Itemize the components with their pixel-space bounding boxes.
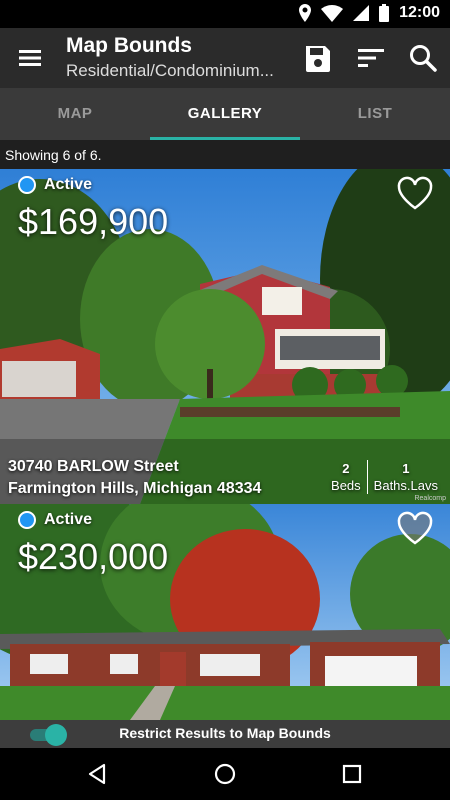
search-icon[interactable] [407, 42, 439, 74]
status-label: Active [44, 176, 93, 193]
beds-value: 2 [342, 461, 350, 476]
beds-stat: 2 Beds [325, 460, 367, 494]
favorite-heart-icon[interactable] [396, 510, 434, 546]
system-nav-bar [0, 748, 450, 800]
wifi-icon [321, 4, 344, 22]
clock: 12:00 [399, 4, 440, 21]
page-subtitle: Residential/Condominium... [66, 61, 274, 80]
status-dot-icon [18, 511, 36, 529]
location-icon [299, 4, 312, 22]
save-icon[interactable] [302, 42, 334, 74]
app-toolbar: Map Bounds Residential/Condominium... [0, 28, 450, 88]
baths-value: 1 [402, 461, 410, 476]
listing-address: 30740 BARLOW Street Farmington Hills, Mi… [8, 456, 261, 500]
menu-icon[interactable] [16, 44, 44, 72]
sort-icon[interactable] [355, 42, 387, 74]
listing-city: Farmington Hills, Michigan 48334 [8, 480, 262, 497]
results-count: Showing 6 of 6. [5, 147, 102, 163]
back-icon[interactable] [86, 762, 110, 786]
tab-gallery[interactable]: GALLERY [150, 88, 300, 140]
listing-price: $169,900 [18, 201, 169, 242]
toolbar-titles: Map Bounds Residential/Condominium... [66, 34, 288, 81]
restrict-bar: Restrict Results to Map Bounds [0, 720, 450, 748]
listing-gallery[interactable]: Active $169,900 30740 BARLOW Street Farm… [0, 169, 450, 720]
listing-street: 30740 BARLOW Street [8, 458, 179, 475]
recents-icon[interactable] [340, 762, 364, 786]
status-dot-icon [18, 176, 36, 194]
signal-icon [353, 5, 370, 21]
photo-credit: Realcomp [414, 495, 446, 502]
page-title: Map Bounds [66, 34, 192, 57]
listing-status: Active [18, 176, 92, 194]
tab-list[interactable]: LIST [300, 88, 450, 140]
listing-status: Active [18, 511, 92, 529]
listing-card[interactable]: Active $230,000 [0, 504, 450, 720]
beds-label: Beds [331, 478, 361, 493]
listing-price: $230,000 [18, 536, 169, 577]
view-tabs: MAP GALLERY LIST [0, 88, 450, 140]
results-count-bar: Showing 6 of 6. [0, 140, 450, 169]
status-bar: 12:00 [0, 0, 450, 28]
tab-map[interactable]: MAP [0, 88, 150, 140]
baths-stat: 1 Baths.Lavs [368, 460, 444, 494]
restrict-label: Restrict Results to Map Bounds [119, 725, 331, 741]
battery-icon [379, 4, 390, 22]
listing-stats: 2 Beds 1 Baths.Lavs [325, 460, 444, 494]
home-icon[interactable] [213, 762, 237, 786]
listing-card[interactable]: Active $169,900 30740 BARLOW Street Farm… [0, 169, 450, 504]
favorite-heart-icon[interactable] [396, 175, 434, 211]
status-label: Active [44, 511, 93, 528]
baths-label: Baths.Lavs [373, 478, 438, 493]
